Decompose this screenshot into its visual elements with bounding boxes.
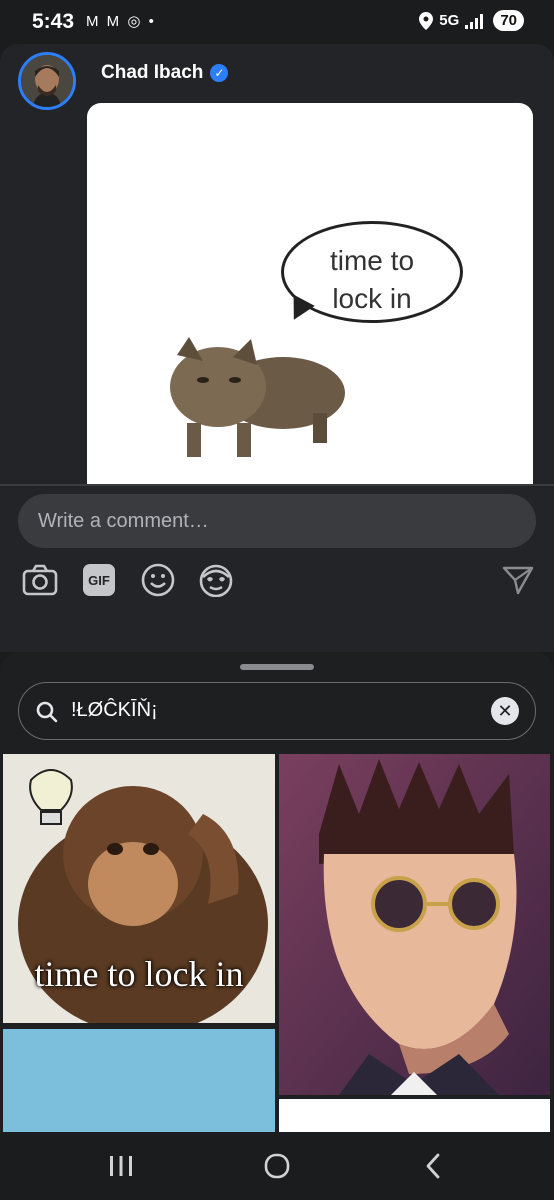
gif-result-4[interactable]: [279, 1099, 550, 1132]
gif-icon[interactable]: GIF: [81, 562, 117, 598]
search-icon: [36, 701, 58, 723]
signal-icon: [465, 13, 484, 29]
verified-badge-icon: ✓: [210, 64, 229, 82]
emoji-icon[interactable]: [140, 562, 176, 598]
comment-input[interactable]: [18, 494, 536, 548]
gif-search-field[interactable]: !ŁØĈKĪŇ¡ ✕: [18, 682, 536, 740]
avatar-photo: [21, 55, 73, 107]
status-right: 5G 70: [419, 10, 524, 31]
system-nav-bar: [0, 1132, 554, 1200]
send-icon[interactable]: [500, 562, 536, 598]
clear-search-icon[interactable]: ✕: [491, 697, 519, 725]
cat-image: [170, 337, 345, 457]
gif-result-2[interactable]: [279, 754, 550, 1095]
home-icon[interactable]: [252, 1146, 302, 1186]
gif-result-1[interactable]: time to lock in: [3, 754, 275, 1023]
status-time: 5:43: [32, 10, 75, 33]
network-label: 5G: [439, 12, 460, 29]
gif-results-grid: time to lock in: [0, 754, 554, 1132]
gif-picker-sheet: !ŁØĈKĪŇ¡ ✕ time to lock in: [0, 652, 554, 1132]
gif-caption: time to lock in: [34, 954, 244, 994]
sheet-drag-handle[interactable]: [240, 664, 314, 670]
camera-icon[interactable]: [22, 562, 58, 598]
battery-indicator: 70: [493, 10, 524, 31]
gif-result-3[interactable]: [3, 1029, 275, 1132]
gif-label: GIF: [83, 564, 115, 596]
avatar[interactable]: [18, 52, 76, 110]
post-card: Chad Ibach ✓ time to lock in: [0, 44, 554, 485]
status-bar: 5:43 M M ◎ • 5G 70: [0, 0, 554, 44]
post-image[interactable]: time to lock in: [87, 103, 533, 485]
anime-character-image: [279, 754, 550, 1095]
post-author[interactable]: Chad Ibach ✓: [101, 62, 229, 84]
sticker-icon[interactable]: [198, 562, 234, 598]
comment-composer: GIF: [0, 486, 554, 652]
back-icon[interactable]: [408, 1146, 458, 1186]
author-name[interactable]: Chad Ibach: [101, 62, 203, 84]
search-input[interactable]: !ŁØĈKĪŇ¡: [71, 699, 158, 722]
notification-icons: M M ◎ •: [86, 13, 156, 30]
location-icon: [419, 11, 434, 30]
recent-apps-icon[interactable]: [96, 1146, 146, 1186]
